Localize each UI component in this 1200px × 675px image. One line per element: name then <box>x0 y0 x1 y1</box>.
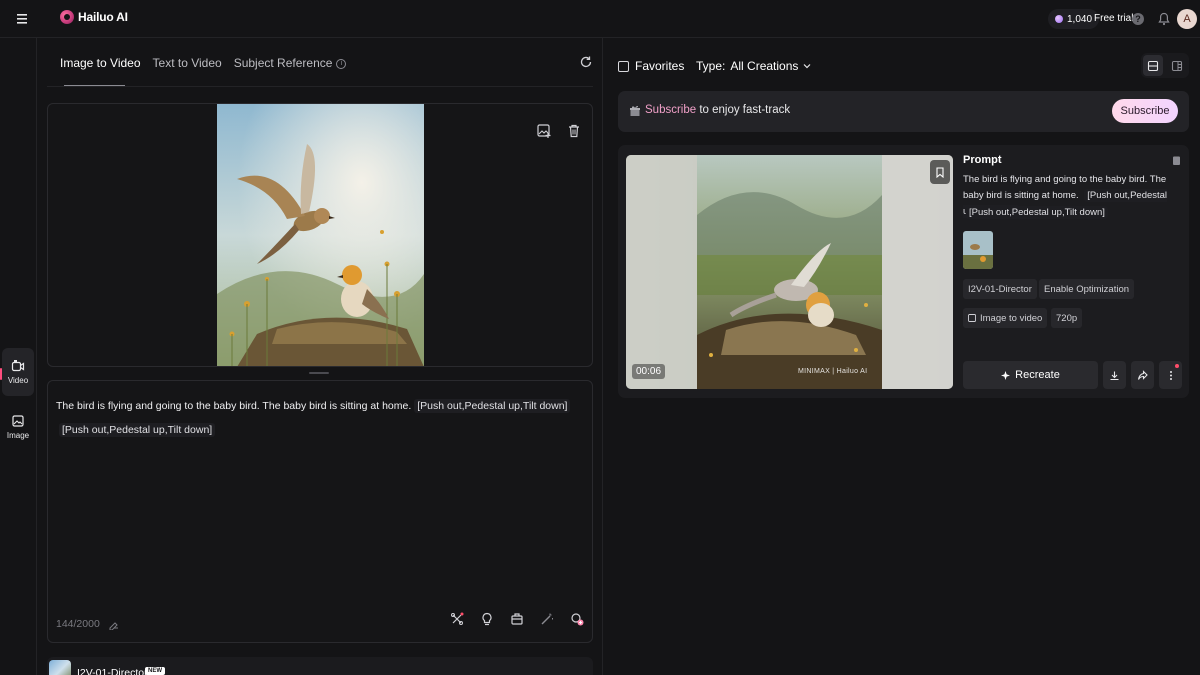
credit-coin-icon <box>1055 15 1063 23</box>
share-button[interactable] <box>1131 361 1154 389</box>
split-view-icon <box>1171 60 1183 71</box>
new-badge: NEW <box>145 667 165 675</box>
resize-handle[interactable] <box>309 372 329 374</box>
subscribe-button[interactable]: Subscribe <box>1112 99 1178 123</box>
banner-highlight: Subscribe <box>645 104 697 116</box>
download-icon <box>1110 371 1119 380</box>
card-camera-tag-line: [Push out,Pedestal up,Tilt down] <box>963 206 1108 219</box>
rail-item-video[interactable]: Video <box>2 348 34 396</box>
clear-prompt-icon[interactable] <box>108 619 119 630</box>
mode-chip: Image to video <box>963 308 1048 328</box>
panel-divider <box>602 38 603 675</box>
copy-prompt-icon[interactable] <box>1172 155 1181 166</box>
tab-label: Subject Reference <box>233 56 333 70</box>
video-preview[interactable]: 00:06 MINIMAX | Hailuo AI <box>626 155 953 389</box>
free-trial-link[interactable]: Free trial <box>1094 13 1133 24</box>
delete-image-icon[interactable] <box>566 123 582 139</box>
type-label: Type: <box>696 59 726 73</box>
refresh-icon[interactable] <box>579 55 593 69</box>
bookmark-icon <box>936 166 944 178</box>
camera-tag[interactable]: [Push out,Pedestal up,Tilt down] <box>59 423 216 437</box>
list-view-icon <box>1147 60 1159 71</box>
crown-gift-icon <box>629 105 641 117</box>
reference-image-thumbnail[interactable] <box>963 231 993 269</box>
character-counter: 144/2000 <box>56 618 119 630</box>
camera-movement-icon[interactable] <box>450 612 464 626</box>
help-icon[interactable]: ? <box>1132 13 1144 25</box>
mode-chip-label: Image to video <box>980 312 1043 324</box>
bookmark-button[interactable] <box>930 160 950 184</box>
recreate-label: Recreate <box>1015 369 1060 381</box>
share-icon <box>1137 369 1148 380</box>
image-icon <box>968 314 976 322</box>
view-mode-toggle <box>1141 53 1189 78</box>
hailuo-logo-icon <box>60 10 74 24</box>
tab-subject-reference[interactable]: Subject Reference i <box>234 56 347 70</box>
type-filter-dropdown[interactable]: Type: All Creations <box>696 59 811 73</box>
hamburger-menu-icon[interactable] <box>14 11 32 27</box>
prompt-body: The bird is flying and going to the baby… <box>56 400 412 412</box>
grid-view-button[interactable] <box>1167 55 1187 76</box>
chevron-down-icon <box>803 64 811 69</box>
generation-mode-tabs: Image to Video Text to Video Subject Ref… <box>60 56 347 70</box>
prompt-text[interactable]: The bird is flying and going to the baby… <box>56 398 586 415</box>
model-selector[interactable]: I2V-01-Director NEW <box>47 657 593 675</box>
model-thumbnail <box>49 660 71 675</box>
magic-wand-icon[interactable] <box>540 612 554 626</box>
uploaded-image-area[interactable] <box>47 103 593 367</box>
list-view-button[interactable] <box>1143 55 1163 76</box>
rail-item-image[interactable]: Image <box>2 403 34 451</box>
tab-text-to-video[interactable]: Text to Video <box>153 56 222 70</box>
tabs-divider <box>47 86 593 87</box>
user-avatar[interactable]: A <box>1177 9 1197 29</box>
banner-message: Subscribe to enjoy fast-track <box>645 104 790 116</box>
rail-item-label: Video <box>7 376 29 385</box>
sparkle-icon <box>1001 370 1011 380</box>
credits-count: 1,040 <box>1067 13 1093 25</box>
favorites-filter[interactable]: Favorites <box>618 59 684 73</box>
notification-dot <box>1175 364 1179 368</box>
recreate-button[interactable]: Recreate <box>963 361 1098 389</box>
prompt-heading: Prompt <box>963 154 1002 166</box>
more-vertical-icon <box>1169 370 1172 380</box>
favorites-label: Favorites <box>635 59 685 73</box>
camera-tag-line: [Push out,Pedestal up,Tilt down] <box>56 423 216 437</box>
image-icon <box>12 415 24 427</box>
camera-tag[interactable]: [Push out,Pedestal up,Tilt down] <box>414 399 571 413</box>
active-rail-indicator <box>0 368 2 380</box>
character-count: 144/2000 <box>56 618 100 630</box>
prompt-toolbar <box>450 612 584 626</box>
uploaded-image <box>217 104 424 366</box>
left-navigation-rail: Video Image <box>0 38 37 675</box>
info-icon[interactable]: i <box>336 58 347 69</box>
app-logo[interactable]: Hailuo AI <box>60 10 128 24</box>
tab-image-to-video[interactable]: Image to Video <box>60 56 141 70</box>
rail-item-label: Image <box>6 431 30 440</box>
card-camera-tag: [Push out,Pedestal up,Tilt down] <box>966 206 1108 219</box>
model-chip: I2V-01-Director <box>963 279 1037 299</box>
type-value: All Creations <box>730 59 799 73</box>
video-watermark: MINIMAX | Hailuo AI <box>798 368 868 375</box>
resolution-chip: 720p <box>1051 308 1083 328</box>
generation-card: 00:06 MINIMAX | Hailuo AI Prompt The bir… <box>618 145 1189 398</box>
top-bar: Hailuo AI 1,040 Free trial ? A <box>0 0 1200 38</box>
download-button[interactable] <box>1103 361 1126 389</box>
more-options-button[interactable] <box>1159 361 1182 389</box>
notification-bell-icon[interactable] <box>1158 12 1170 26</box>
model-name: I2V-01-Director <box>77 667 148 675</box>
generate-settings-icon[interactable] <box>570 612 584 626</box>
lightbulb-icon[interactable] <box>480 612 494 626</box>
optimization-chip: Enable Optimization <box>1039 279 1135 299</box>
preset-library-icon[interactable] <box>510 612 524 626</box>
prompt-input-area[interactable]: The bird is flying and going to the baby… <box>47 380 593 643</box>
credits-badge[interactable]: 1,040 <box>1048 9 1100 29</box>
replace-image-icon[interactable] <box>536 123 552 139</box>
video-icon <box>11 360 25 372</box>
favorites-checkbox[interactable] <box>618 60 629 72</box>
subscribe-banner: Subscribe to enjoy fast-track Subscribe <box>618 91 1189 132</box>
app-name: Hailuo AI <box>78 10 128 24</box>
video-duration: 00:06 <box>632 364 666 379</box>
banner-text: to enjoy fast-track <box>696 104 791 116</box>
